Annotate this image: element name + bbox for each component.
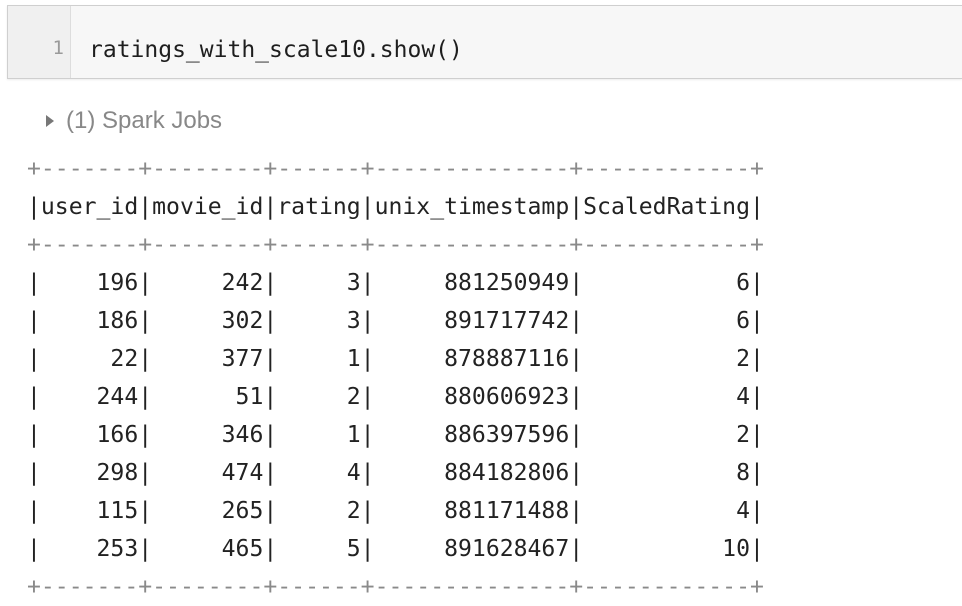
line-number-gutter: 1 <box>8 6 71 78</box>
table-row: | 196| 242| 3| 881250949| 6| <box>27 270 764 296</box>
table-row: | 253| 465| 5| 891628467| 10| <box>27 536 764 562</box>
table-border-bottom: +-------+--------+------+--------------+… <box>27 574 764 600</box>
table-row: | 115| 265| 2| 881171488| 4| <box>27 498 764 524</box>
line-number: 1 <box>52 37 64 59</box>
table-row: | 22| 377| 1| 878887116| 2| <box>27 346 764 372</box>
table-border-mid: +-------+--------+------+--------------+… <box>27 232 764 258</box>
spark-jobs-label: (1) Spark Jobs <box>66 107 223 134</box>
table-border-top: +-------+--------+------+--------------+… <box>27 156 764 182</box>
spark-jobs-toggle[interactable]: (1) Spark Jobs <box>46 106 222 136</box>
table-row: | 244| 51| 2| 880606923| 4| <box>27 384 764 410</box>
table-row: | 166| 346| 1| 886397596| 2| <box>27 422 764 448</box>
expand-caret-icon[interactable] <box>46 115 54 127</box>
table-header-row: |user_id|movie_id|rating|unix_timestamp|… <box>27 194 764 220</box>
output-table: +-------+--------+------+--------------+… <box>27 150 764 606</box>
code-cell[interactable]: 1 ratings_with_scale10.show() <box>7 5 962 79</box>
table-row: | 186| 302| 3| 891717742| 6| <box>27 308 764 334</box>
code-editor-line[interactable]: ratings_with_scale10.show() <box>89 36 463 64</box>
table-row: | 298| 474| 4| 884182806| 8| <box>27 460 764 486</box>
